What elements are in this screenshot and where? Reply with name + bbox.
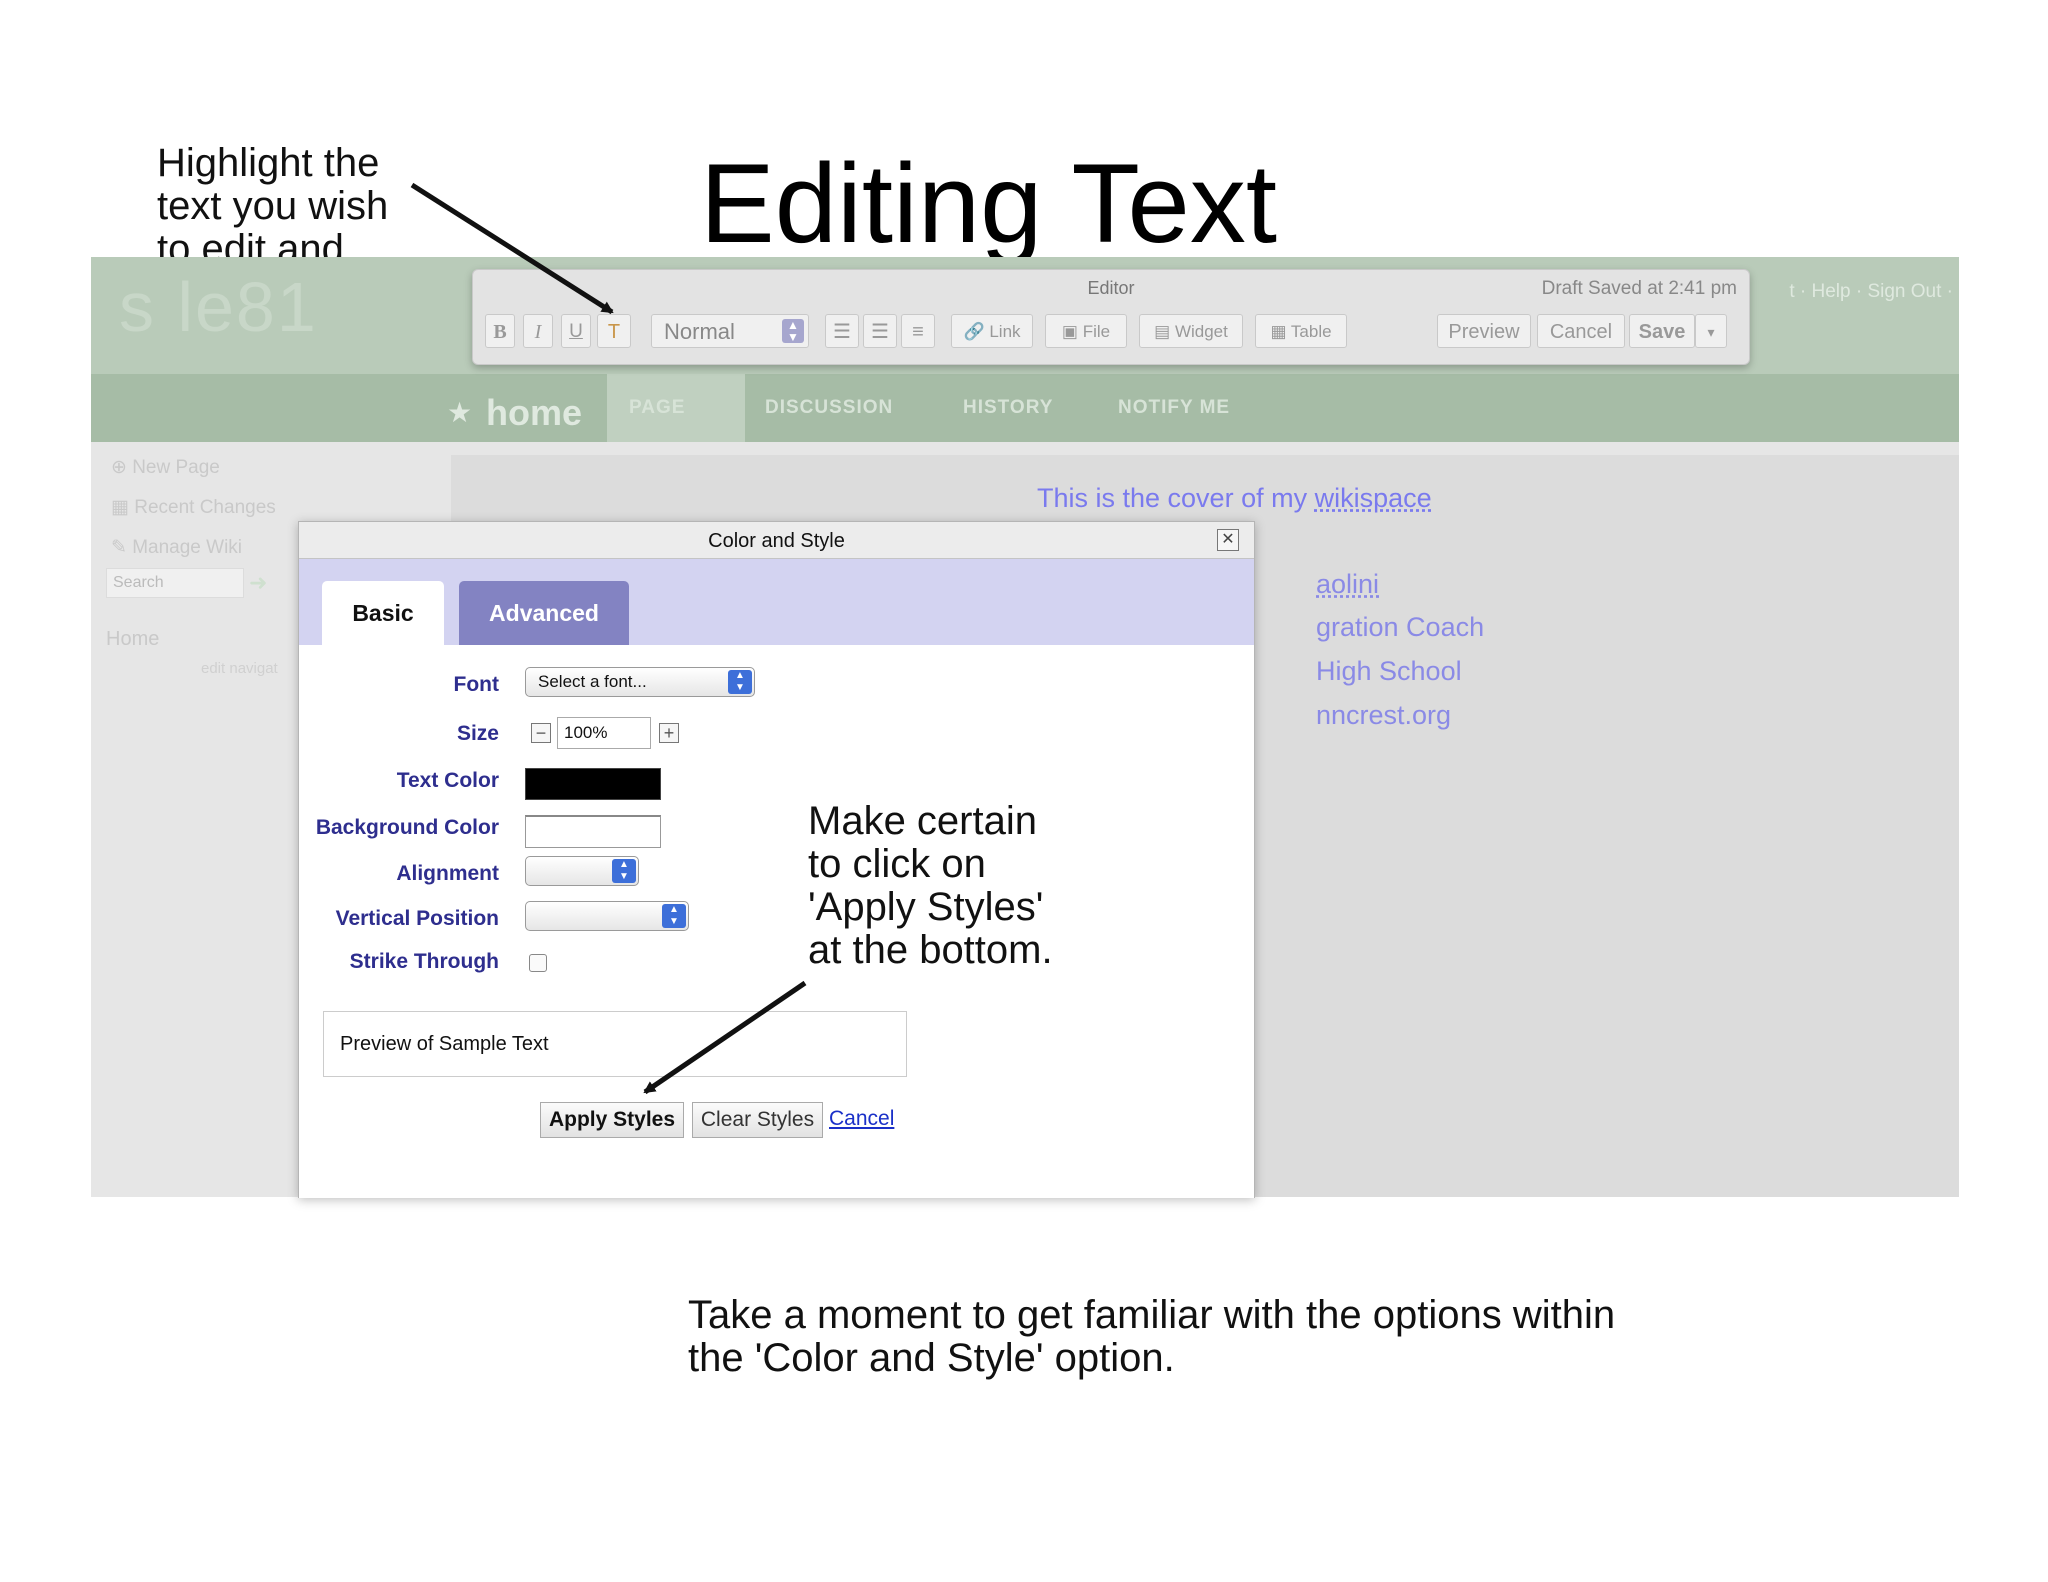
arrow-to-apply-styles <box>643 980 807 1095</box>
arrow-to-painter-icon <box>410 182 614 315</box>
annotation-arrows <box>410 182 807 1095</box>
